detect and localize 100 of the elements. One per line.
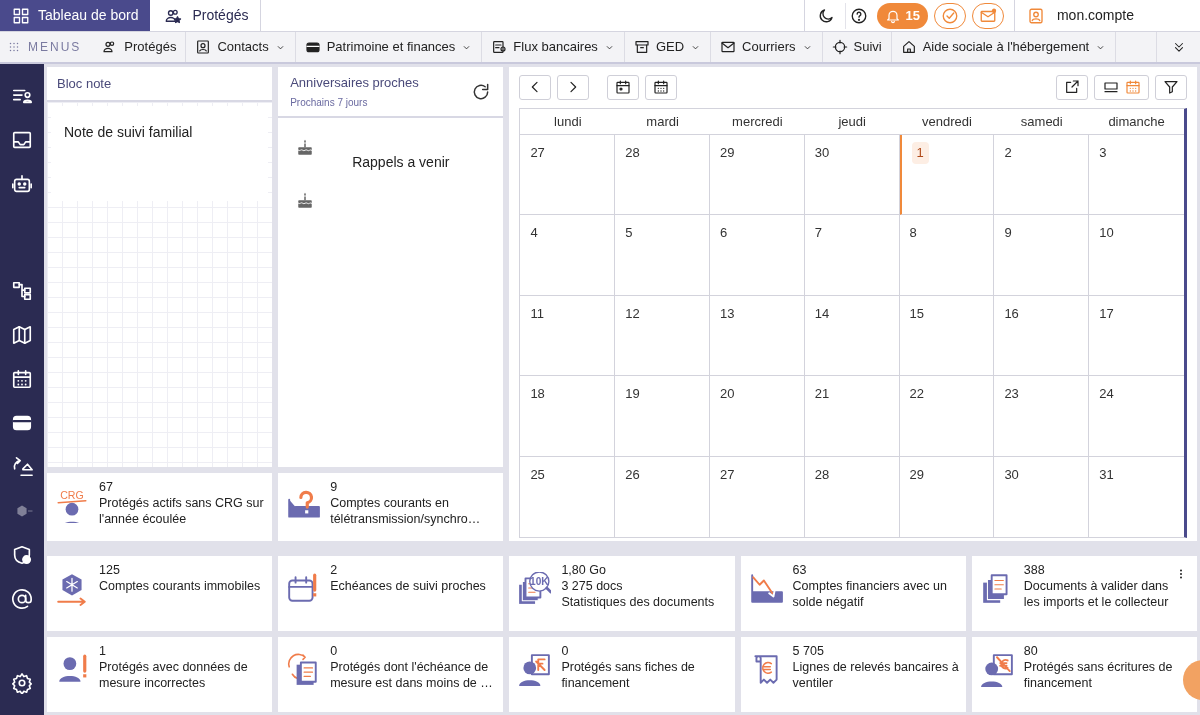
menu-item[interactable]: Courriers: [711, 32, 823, 62]
menus-button[interactable]: MENUS: [0, 32, 94, 62]
wallet-icon: [304, 39, 321, 55]
day-number[interactable]: 28: [814, 463, 830, 486]
day-number[interactable]: 16: [1004, 302, 1019, 325]
day-number[interactable]: 4: [530, 222, 538, 244]
mail-icon: [978, 6, 997, 25]
stat-card[interactable]: 80 Protégés sans écritures de financement: [971, 637, 1197, 712]
stat-value: 63: [792, 562, 807, 578]
month-view-button[interactable]: [645, 74, 678, 100]
day-number[interactable]: 31: [1099, 463, 1114, 486]
day-number[interactable]: 18: [530, 383, 545, 405]
stat-card[interactable]: 0 Protégés dont l'échéance de mesure est dans moins de …: [278, 637, 504, 712]
stat-value: 80: [1023, 643, 1038, 659]
day-number[interactable]: 26: [625, 463, 640, 486]
day-number[interactable]: 27: [720, 463, 735, 486]
envelope-icon: [720, 39, 737, 55]
menu-item[interactable]: Flux bancaires: [482, 32, 625, 62]
stat-card[interactable]: 10K 1,80 Go 3 275 docs Statistiques des documents: [509, 556, 735, 631]
panel-icon: [1102, 79, 1119, 95]
day-number[interactable]: 2: [1004, 142, 1012, 164]
stat-label: Protégés sans fiches de financement: [561, 659, 696, 691]
day-number[interactable]: 14: [814, 302, 830, 325]
stat-card[interactable]: 9 Comptes courants en télétransmission/synchro…: [278, 473, 504, 541]
calendar-icon: [653, 79, 670, 95]
cake-icon: [296, 191, 315, 211]
day-number[interactable]: 29: [909, 463, 925, 486]
day-number[interactable]: 25: [530, 463, 545, 486]
stat-card[interactable]: 5 705 Lignes de relevés bancaires à ventiler: [740, 637, 966, 712]
external-link-icon: [1064, 79, 1080, 95]
day-number[interactable]: 15: [909, 302, 925, 325]
day-number[interactable]: 24: [1099, 383, 1114, 405]
stat-card[interactable]: 63 Comptes financiers avec un solde négatif: [740, 556, 966, 631]
stat-card[interactable]: 125 Comptes courants immobiles: [47, 556, 273, 631]
stat-card[interactable]: 0 Protégés sans fiches de financement: [509, 637, 735, 712]
day-number[interactable]: 19: [625, 383, 640, 405]
day-number[interactable]: 8: [909, 222, 917, 244]
day-number[interactable]: 20: [720, 383, 735, 405]
day-number[interactable]: 13: [720, 302, 735, 325]
day-number[interactable]: 1: [911, 142, 929, 164]
crosshair-icon: [831, 39, 848, 55]
check-circle-icon: [940, 6, 959, 25]
day-number[interactable]: 28: [625, 142, 640, 164]
contact-card-icon: [195, 39, 212, 55]
notepad-area[interactable]: Note de suivi familial: [47, 102, 273, 467]
account-menu[interactable]: mon.compte: [1013, 0, 1200, 31]
day-number[interactable]: 21: [814, 383, 830, 405]
weekday-header: mardi: [646, 112, 679, 131]
weekday-header: jeudi: [838, 112, 866, 131]
open-external-button[interactable]: [1056, 74, 1088, 100]
stat-card[interactable]: 1 Protégés avec données de mesure incorrectes: [47, 637, 273, 712]
weekday-header: samedi: [1020, 112, 1063, 131]
menu-item[interactable]: Contacts: [186, 32, 296, 62]
day-number[interactable]: 12: [625, 302, 640, 325]
stat-label: Lignes de relevés bancaires à ventiler: [792, 659, 960, 691]
stat-label: Protégés actifs sans CRG sur l'année écoulée: [99, 495, 265, 527]
day-number[interactable]: 27: [530, 142, 545, 164]
day-number[interactable]: 10: [1099, 222, 1114, 244]
day-number[interactable]: 6: [720, 222, 728, 244]
account-icon: [1026, 6, 1045, 25]
day-number[interactable]: 17: [1099, 302, 1114, 325]
menu-item[interactable]: GED: [624, 32, 712, 62]
person-funding-icon: [517, 653, 552, 687]
stat-value: 1,80 Go: [561, 562, 606, 578]
menu-item[interactable]: Protégés: [93, 32, 187, 62]
day-number[interactable]: 30: [1004, 463, 1019, 486]
menu-item[interactable]: Patrimoine et finances: [295, 32, 483, 62]
tab[interactable]: Tableau de bord: [0, 0, 151, 31]
stat-card[interactable]: CRG 67 Protégés actifs sans CRG sur l'année écoulée: [47, 473, 273, 541]
moon-icon: [817, 6, 836, 25]
day-number[interactable]: 22: [909, 383, 925, 405]
today-button[interactable]: [607, 74, 640, 100]
stat-label: Protégés avec données de mesure incorrectes: [99, 659, 249, 691]
stat-value: 388: [1023, 562, 1045, 578]
day-number[interactable]: 9: [1004, 222, 1012, 244]
frozen-account-icon: [55, 572, 89, 606]
menu-item[interactable]: Aide sociale à l'hébergement: [891, 32, 1117, 62]
day-number[interactable]: 11: [530, 302, 544, 325]
day-number[interactable]: 23: [1004, 383, 1019, 405]
next-button[interactable]: [557, 74, 590, 100]
filter-button[interactable]: [1155, 74, 1187, 100]
menu-item[interactable]: Suivi: [822, 32, 892, 62]
day-number[interactable]: 30: [814, 142, 830, 164]
stat-value: 125: [99, 562, 120, 578]
day-number[interactable]: 29: [720, 142, 735, 164]
day-number[interactable]: 5: [625, 222, 633, 244]
stat-label: Comptes courants immobiles: [99, 578, 261, 594]
arrows-icon: [11, 456, 33, 478]
view-toggle-button[interactable]: [1094, 74, 1149, 100]
stat-card[interactable]: 388 Documents à valider dans les imports et le collecteur: [971, 556, 1197, 631]
stat-label: Statistiques des documents: [561, 594, 715, 610]
previous-button[interactable]: [519, 74, 552, 100]
day-number[interactable]: 3: [1099, 142, 1107, 164]
weekday-header: mercredi: [732, 112, 783, 131]
stat-value: 1: [99, 643, 106, 659]
day-number[interactable]: 7: [814, 222, 822, 244]
stat-card[interactable]: 2 Echéances de suivi proches: [278, 556, 504, 631]
robot-icon: [11, 173, 33, 195]
stat-value: 2: [330, 562, 338, 578]
weekday-header: lundi: [554, 112, 582, 131]
